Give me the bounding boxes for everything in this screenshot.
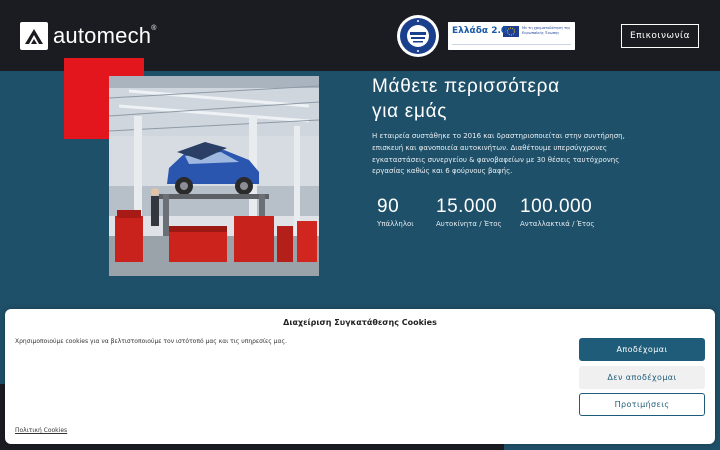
stat-cars-per-year: 15.000 Αυτοκίνητα / Έτος (436, 195, 502, 228)
site-logo[interactable]: automech® (20, 22, 157, 50)
cookie-policy-link[interactable]: Πολιτική Cookies (15, 427, 67, 434)
stat-label: Ανταλλακτικά / Έτος (520, 220, 595, 228)
garage-photo (109, 76, 319, 276)
about-paragraph: Η εταιρεία συστάθηκε το 2016 και δραστηρ… (372, 132, 625, 176)
automech-logo-icon (20, 22, 48, 50)
banner-eu-text: Με τη χρηματοδότηση της Ευρωπαϊκής Ένωση… (522, 26, 571, 35)
deny-cookies-button[interactable]: Δεν αποδέχομαι (579, 366, 705, 389)
about-title-line1: Μάθετε περισσότερα (372, 76, 560, 97)
greece-2-0-banner: Ελλάδα 2.0 Με τη χρηματοδότηση της Ευρωπ… (448, 22, 575, 50)
cookie-preferences-button[interactable]: Προτιμήσεις (579, 393, 705, 416)
certification-badge-icon (397, 15, 439, 57)
accept-cookies-button[interactable]: Αποδέχομαι (579, 338, 705, 361)
cookie-consent-modal: Διαχείριση Συγκατάθεσης Cookies Χρησιμοπ… (5, 309, 715, 444)
about-title-line2: για εμάς (372, 101, 448, 122)
stat-value: 90 (377, 196, 400, 217)
stat-label: Υπάλληλοι (377, 220, 414, 228)
cookie-modal-title: Διαχείριση Συγκατάθεσης Cookies (283, 318, 437, 327)
stat-parts-per-year: 100.000 Ανταλλακτικά / Έτος (520, 195, 595, 228)
stat-value: 100.000 (520, 196, 593, 217)
stat-label: Αυτοκίνητα / Έτος (436, 220, 502, 228)
logo-wordmark: automech® (53, 23, 157, 48)
contact-button[interactable]: Επικοινωνία (621, 24, 699, 48)
cookie-modal-message: Χρησιμοποιούμε cookies για να βελτιστοπο… (15, 338, 287, 345)
banner-brand: Ελλάδα 2.0 (452, 26, 508, 36)
stat-employees: 90 Υπάλληλοι (377, 195, 414, 228)
stat-value: 15.000 (436, 196, 498, 217)
about-title: Μάθετε περισσότερα για εμάς (372, 74, 632, 124)
